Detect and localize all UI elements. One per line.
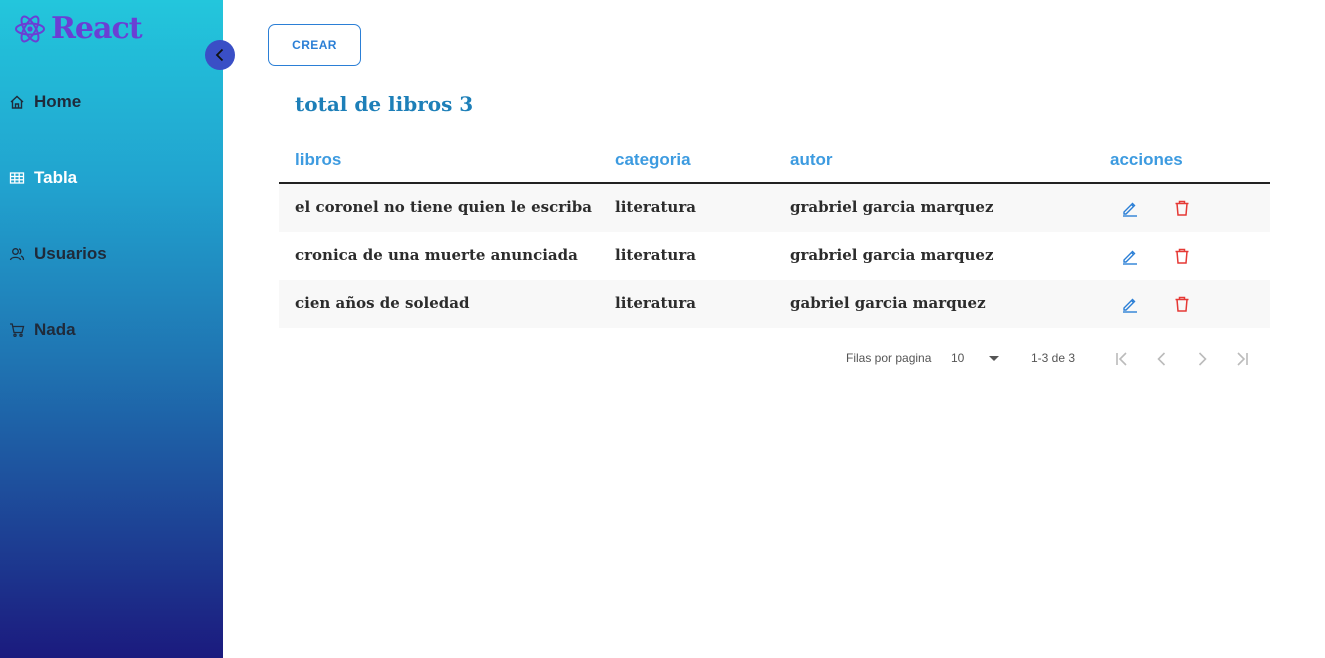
cell-autor: grabriel garcia marquez	[790, 246, 994, 264]
chevron-right-icon	[1198, 352, 1207, 366]
column-header-categoria[interactable]: categoria	[615, 150, 691, 170]
last-page-icon	[1237, 352, 1248, 366]
cell-autor: gabriel garcia marquez	[790, 294, 986, 312]
sidebar-item-label: Home	[34, 92, 82, 111]
home-icon	[10, 95, 24, 109]
sidebar-item-usuarios[interactable]: Usuarios	[0, 234, 223, 274]
sidebar-item-tabla[interactable]: Tabla	[0, 158, 223, 198]
table-pagination: Filas por pagina 10 1-3 de 3	[279, 344, 1270, 374]
pagination-range: 1-3 de 3	[1031, 351, 1076, 365]
caret-down-icon	[989, 356, 999, 361]
edit-icon[interactable]	[1121, 247, 1139, 265]
table-row: cronica de una muerte anunciada literatu…	[279, 232, 1270, 280]
cart-icon	[10, 323, 25, 338]
table-row: el coronel no tiene quien le escriba lit…	[279, 184, 1270, 232]
table-icon	[9, 172, 25, 184]
sidebar-item-nada[interactable]: Nada	[0, 310, 223, 350]
sidebar-item-label: Nada	[34, 320, 76, 339]
chevron-left-icon	[215, 48, 224, 62]
previous-page-button[interactable]	[1152, 349, 1172, 369]
cell-categoria: literatura	[615, 198, 696, 216]
create-button[interactable]: CREAR	[268, 24, 361, 66]
edit-icon[interactable]	[1121, 199, 1139, 217]
column-header-acciones: acciones	[1110, 150, 1183, 169]
cell-libro: el coronel no tiene quien le escriba	[295, 198, 593, 216]
cell-autor: grabriel garcia marquez	[790, 198, 994, 216]
cell-libro: cien años de soledad	[295, 294, 470, 312]
sidebar-item-label: Usuarios	[34, 244, 107, 263]
delete-icon[interactable]	[1173, 199, 1191, 217]
sidebar-collapse-button[interactable]	[205, 40, 235, 70]
sidebar-nav: Home Tabla Usuarios Nada	[0, 82, 223, 386]
column-header-autor[interactable]: autor	[790, 150, 833, 170]
chevron-left-icon	[1157, 352, 1166, 366]
first-page-button[interactable]	[1112, 349, 1132, 369]
rows-per-page-value: 10	[951, 351, 965, 365]
next-page-button[interactable]	[1192, 349, 1212, 369]
sidebar-item-label: Tabla	[34, 168, 78, 187]
table-header: libros categoria autor acciones	[279, 138, 1270, 184]
last-page-button[interactable]	[1232, 349, 1252, 369]
column-header-libros[interactable]: libros	[295, 150, 341, 170]
page-title: total de libros 3	[295, 92, 474, 116]
table-row: cien años de soledad literatura gabriel …	[279, 280, 1270, 328]
users-icon	[9, 248, 25, 261]
edit-icon[interactable]	[1121, 295, 1139, 313]
delete-icon[interactable]	[1173, 295, 1191, 313]
brand-name: React	[51, 11, 143, 46]
sidebar-item-home[interactable]: Home	[0, 82, 223, 122]
cell-categoria: literatura	[615, 246, 696, 264]
sidebar: React Home Tabla Usuarios Nada	[0, 0, 223, 658]
rows-per-page-label: Filas por pagina	[846, 351, 932, 365]
brand-logo[interactable]: React	[14, 10, 143, 48]
books-table: libros categoria autor acciones el coron…	[279, 138, 1270, 328]
react-atom-icon	[15, 15, 45, 43]
delete-icon[interactable]	[1173, 247, 1191, 265]
first-page-icon	[1116, 352, 1127, 366]
cell-libro: cronica de una muerte anunciada	[295, 246, 578, 264]
cell-categoria: literatura	[615, 294, 696, 312]
rows-per-page-select[interactable]: 10	[951, 351, 1003, 365]
